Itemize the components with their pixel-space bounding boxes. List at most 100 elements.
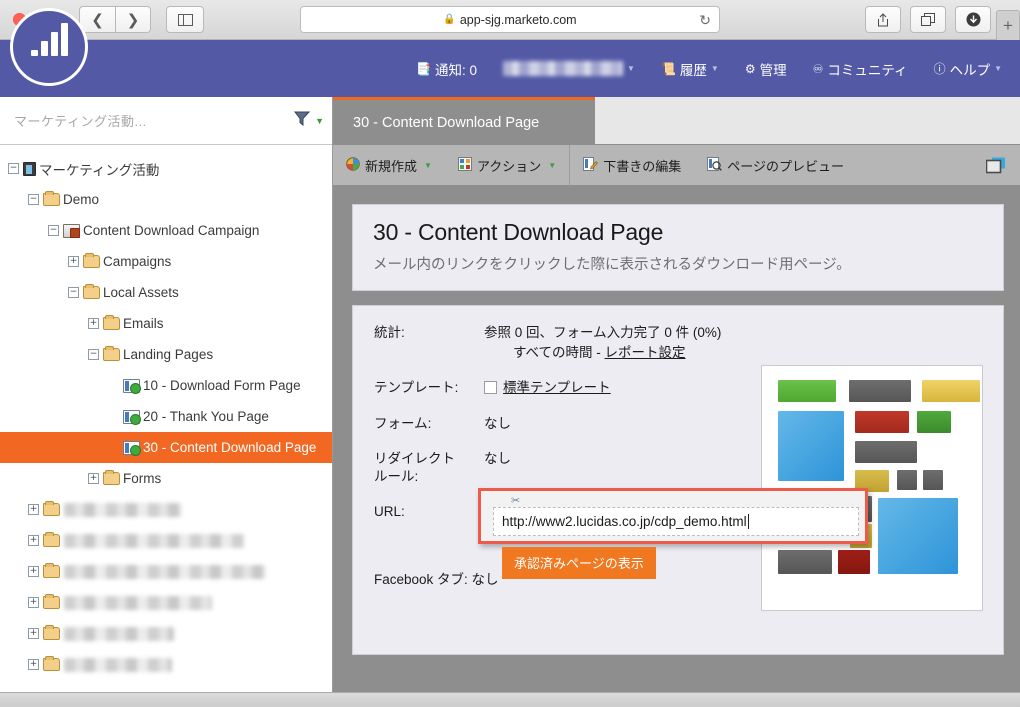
status-bar: [0, 692, 1020, 707]
expand-icon[interactable]: +: [28, 535, 39, 546]
tree-item-label: Forms: [123, 471, 162, 486]
url-highlight-box: ✂ http://www2.lucidas.co.jp/cdp_demo.htm…: [478, 488, 868, 545]
nav-item-admin[interactable]: ⚙ 管理: [745, 59, 787, 79]
folder-icon: [83, 253, 100, 268]
collapse-icon[interactable]: −: [88, 349, 99, 360]
window-panel-icon[interactable]: [985, 157, 1006, 179]
edit-draft-button[interactable]: 下書きの編集: [570, 145, 694, 186]
expand-icon[interactable]: +: [28, 566, 39, 577]
folder-icon: [103, 346, 120, 361]
chevron-down-icon: ▼: [994, 64, 1002, 73]
expand-icon[interactable]: +: [28, 628, 39, 639]
tree-item[interactable]: 10 - Download Form Page: [0, 370, 332, 401]
sidebar-toggle-icon[interactable]: [166, 6, 204, 33]
account-name-blurred: [503, 61, 624, 76]
report-settings-link[interactable]: レポート設定: [605, 345, 686, 360]
redirect-label-line1: リダイレクト: [374, 450, 455, 466]
reload-icon[interactable]: ↻: [699, 12, 711, 29]
search-input[interactable]: マーケティング活動...: [14, 111, 293, 130]
expand-icon[interactable]: +: [28, 659, 39, 670]
collapse-icon[interactable]: −: [28, 194, 39, 205]
stats-line-1: 参照 0 回、フォーム入力完了 0 件 (0%): [484, 325, 722, 340]
page-description: メール内のリンクをクリックした際に表示されるダウンロード用ページ。: [373, 257, 851, 273]
tree-item-label-blurred: [64, 657, 172, 672]
collapse-icon[interactable]: −: [8, 163, 19, 174]
filter-control[interactable]: ▼: [293, 110, 324, 132]
folder-icon: [43, 625, 60, 640]
share-icon[interactable]: [865, 6, 901, 33]
toolbar-group-edit: 下書きの編集 ページのプレビュー: [569, 144, 857, 186]
back-button[interactable]: ❮: [79, 6, 115, 33]
chevron-down-icon: ▼: [548, 160, 557, 170]
browser-toolbar: ❮ ❯ 🔒 app-sjg.marketo.com ↻ +: [0, 0, 1020, 40]
template-value: 標準テンプレート: [484, 379, 611, 397]
tree-item[interactable]: − Local Assets: [0, 277, 332, 308]
expand-icon[interactable]: +: [88, 318, 99, 329]
tree-item[interactable]: − Demo: [0, 184, 332, 215]
expand-icon[interactable]: +: [88, 473, 99, 484]
app-root: ❮ ❯ 🔒 app-sjg.marketo.com ↻ + 📑 通知: 0 ▼ …: [0, 0, 1020, 707]
tree-item-label: Emails: [123, 316, 164, 331]
new-button[interactable]: 新規作成 ▼: [333, 145, 445, 186]
tree-item-selected[interactable]: 30 - Content Download Page: [0, 432, 332, 463]
tree-item[interactable]: + Campaigns: [0, 246, 332, 277]
program-icon: [63, 223, 80, 238]
funnel-icon: [293, 110, 312, 132]
url-text: http://www2.lucidas.co.jp/cdp_demo.html: [502, 514, 747, 530]
folder-icon: [43, 532, 60, 547]
landing-page-icon: [123, 409, 141, 425]
forward-button[interactable]: ❯: [115, 6, 151, 33]
chevron-down-icon: ▼: [315, 115, 324, 126]
view-approved-page-button[interactable]: 承認済みページの表示: [502, 547, 656, 580]
stats-period: すべての時間 -: [513, 345, 605, 361]
tree-item[interactable]: + Forms: [0, 463, 332, 494]
nav-item-history[interactable]: 📜 履歴 ▼: [661, 59, 719, 79]
new-tab-button[interactable]: +: [996, 10, 1020, 40]
tree-item[interactable]: − マーケティング活動: [0, 153, 332, 184]
tree-item[interactable]: +: [0, 649, 332, 680]
template-checkbox[interactable]: [484, 381, 497, 395]
collapse-icon[interactable]: −: [68, 287, 79, 298]
template-label: テンプレート:: [374, 380, 459, 396]
folder-icon: [43, 563, 60, 578]
scissors-icon: ✂: [511, 495, 521, 508]
tree-item[interactable]: − Landing Pages: [0, 339, 332, 370]
url-input[interactable]: http://www2.lucidas.co.jp/cdp_demo.html: [493, 507, 859, 537]
address-bar[interactable]: 🔒 app-sjg.marketo.com ↻: [300, 6, 720, 33]
tree-item[interactable]: +: [0, 556, 332, 587]
tab-content-download-page[interactable]: 30 - Content Download Page: [333, 97, 595, 145]
actions-button[interactable]: アクション ▼: [445, 145, 569, 186]
page-title: 30 - Content Download Page: [373, 219, 664, 245]
tree-item[interactable]: +: [0, 618, 332, 649]
tree-item[interactable]: + Emails: [0, 308, 332, 339]
tree-item[interactable]: − Content Download Campaign: [0, 215, 332, 246]
tree-item[interactable]: 20 - Thank You Page: [0, 401, 332, 432]
tree-item-label-blurred: [64, 502, 182, 517]
nav-item-community[interactable]: ♾ コミュニティ: [813, 59, 908, 79]
download-icon[interactable]: [955, 6, 991, 33]
tree-item-label: Campaigns: [103, 254, 172, 269]
nav-item-notifications[interactable]: 📑 通知: 0: [416, 59, 477, 79]
nav-item-help[interactable]: ⓘ ヘルプ ▼: [934, 59, 1002, 79]
redirect-value: なし: [484, 450, 511, 466]
nav-item-account[interactable]: ▼: [503, 61, 635, 76]
expand-icon[interactable]: +: [28, 504, 39, 515]
collapse-icon[interactable]: −: [48, 225, 59, 236]
marketo-logo[interactable]: [10, 8, 88, 86]
tree-item[interactable]: +: [0, 525, 332, 556]
global-nav: 📑 通知: 0 ▼ 📜 履歴 ▼ ⚙ 管理 ♾ コミュニティ ⓘ ヘルプ ▼: [416, 40, 1020, 97]
show-tabs-icon[interactable]: [910, 6, 946, 33]
tree-item[interactable]: +: [0, 587, 332, 618]
logo-bars-icon: [30, 23, 68, 56]
tree-item-label: 10 - Download Form Page: [143, 378, 301, 393]
actions-icon: [457, 156, 472, 174]
tree-item[interactable]: +: [0, 494, 332, 525]
tree-item-label-blurred: [64, 564, 266, 579]
expand-icon[interactable]: +: [28, 597, 39, 608]
template-link[interactable]: 標準テンプレート: [503, 380, 611, 395]
preview-page-button[interactable]: ページのプレビュー: [694, 145, 857, 186]
row-stats: 統計: 参照 0 回、フォーム入力完了 0 件 (0%) すべての時間 - レポ…: [374, 324, 1003, 362]
expand-icon[interactable]: +: [68, 256, 79, 267]
community-icon: ♾: [812, 61, 824, 76]
